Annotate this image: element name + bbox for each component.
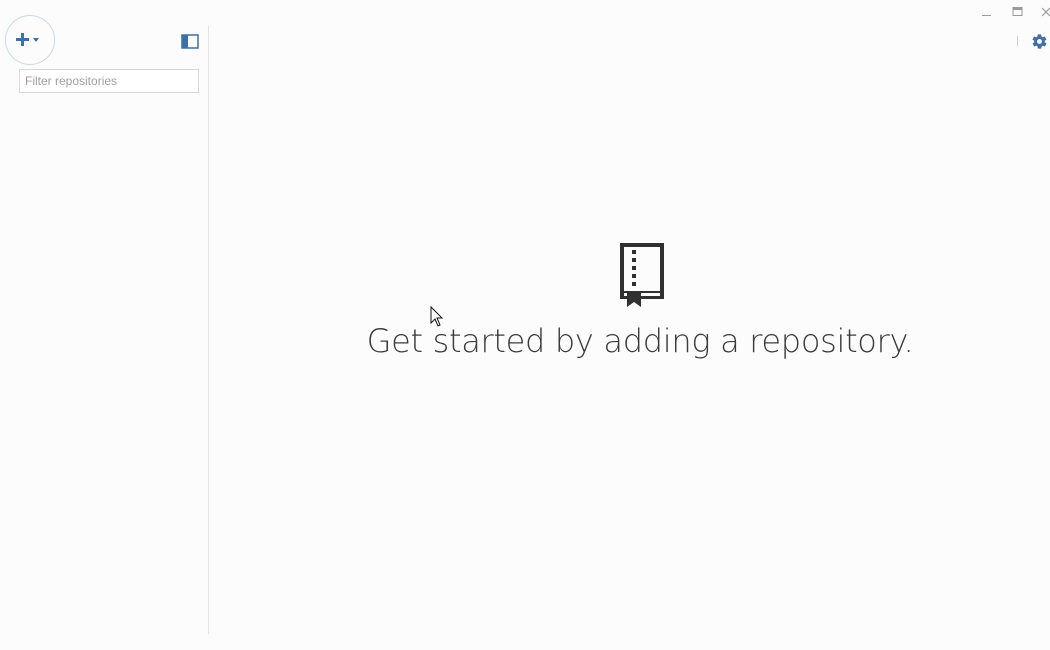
toggle-sidebar-button[interactable] bbox=[181, 34, 199, 49]
plus-icon bbox=[15, 33, 30, 47]
repo-book-icon bbox=[616, 241, 666, 309]
app-window: Get started by adding a repository. bbox=[0, 0, 1050, 650]
caret-down-icon bbox=[32, 38, 39, 42]
empty-state-message: Get started by adding a repository. bbox=[366, 322, 914, 360]
sidebar-toggle-icon bbox=[181, 34, 199, 49]
add-repository-button[interactable] bbox=[5, 15, 55, 65]
main-content: Get started by adding a repository. bbox=[209, 0, 1050, 650]
filter-repositories-input[interactable] bbox=[19, 69, 199, 93]
sidebar bbox=[0, 0, 208, 634]
